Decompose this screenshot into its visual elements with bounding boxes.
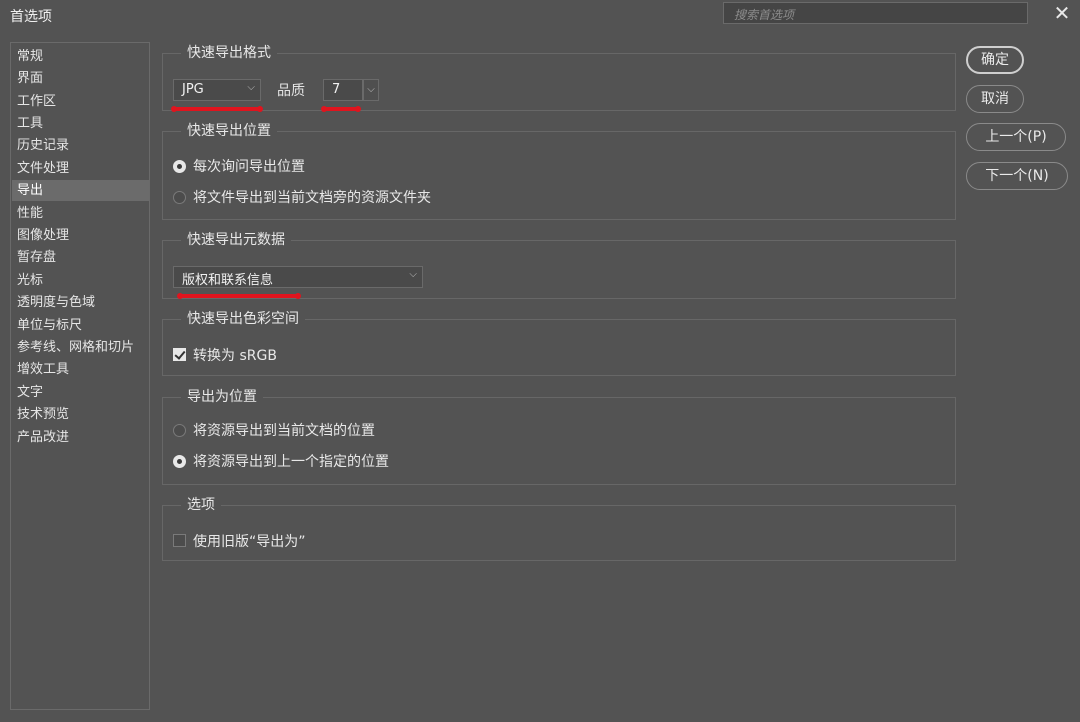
quality-select[interactable]: 7 — [323, 79, 363, 101]
group-quick-export-color: 快速导出色彩空间 转换为 sRGB — [162, 311, 956, 376]
group-quick-export-metadata: 快速导出元数据 版权和联系信息 ⌵ — [162, 232, 956, 299]
chevron-down-icon: ⌵ — [247, 82, 255, 93]
sidebar-item-scratch-disks[interactable]: 暂存盘 — [12, 247, 149, 268]
sidebar-item-export[interactable]: 导出 — [12, 180, 149, 201]
sidebar-item-units[interactable]: 单位与标尺 — [12, 315, 149, 336]
sidebar-item-interface[interactable]: 界面 — [12, 68, 149, 89]
group-title-metadata: 快速导出元数据 — [181, 232, 291, 248]
quality-select-value: 7 — [332, 82, 341, 97]
metadata-select-value: 版权和联系信息 — [182, 273, 274, 288]
group-quick-export-location: 快速导出位置 每次询问导出位置 将文件导出到当前文档旁的资源文件夹 — [162, 123, 956, 220]
annotation-underline-format — [171, 106, 263, 112]
sidebar-item-transparency[interactable]: 透明度与色域 — [12, 292, 149, 313]
group-title-location: 快速导出位置 — [181, 123, 277, 139]
convert-srgb-checkbox[interactable] — [173, 348, 186, 361]
radio-label: 每次询问导出位置 — [193, 159, 305, 175]
group-title-format: 快速导出格式 — [181, 45, 277, 61]
group-export-as-location: 导出为位置 将资源导出到当前文档的位置 将资源导出到上一个指定的位置 — [162, 389, 956, 485]
group-quick-export-format: 快速导出格式 JPG ⌵ 品质 7 ⌵ — [162, 45, 956, 112]
prev-button[interactable]: 上一个(P) — [966, 123, 1066, 151]
annotation-underline-metadata — [177, 293, 301, 299]
close-icon[interactable]: ✕ — [1052, 3, 1072, 23]
format-select[interactable]: JPG ⌵ — [173, 79, 261, 101]
quality-label: 品质 — [277, 83, 305, 99]
ok-button[interactable]: 确定 — [966, 46, 1024, 74]
sidebar: 常规 界面 工作区 工具 历史记录 文件处理 导出 性能 图像处理 暂存盘 光标… — [10, 42, 150, 710]
sidebar-item-tools[interactable]: 工具 — [12, 113, 149, 134]
radio-button[interactable] — [173, 160, 186, 173]
chevron-down-icon: ⌵ — [409, 269, 417, 280]
annotation-underline-quality — [321, 106, 361, 112]
radio-button[interactable] — [173, 455, 186, 468]
group-title-options: 选项 — [181, 497, 221, 513]
sidebar-item-cursors[interactable]: 光标 — [12, 270, 149, 291]
sidebar-item-workspace[interactable]: 工作区 — [12, 91, 149, 112]
sidebar-item-type[interactable]: 文字 — [12, 382, 149, 403]
format-select-value: JPG — [182, 82, 204, 97]
sidebar-item-general[interactable]: 常规 — [12, 46, 149, 67]
legacy-export-checkbox[interactable] — [173, 534, 186, 547]
sidebar-item-performance[interactable]: 性能 — [12, 203, 149, 224]
group-options: 选项 使用旧版“导出为” — [162, 497, 956, 561]
sidebar-item-file-handling[interactable]: 文件处理 — [12, 158, 149, 179]
metadata-select[interactable]: 版权和联系信息 ⌵ — [173, 266, 423, 288]
sidebar-item-history[interactable]: 历史记录 — [12, 135, 149, 156]
radio-button[interactable] — [173, 191, 186, 204]
cancel-button[interactable]: 取消 — [966, 85, 1024, 113]
search-input[interactable]: 搜索首选项 — [723, 2, 1028, 24]
legacy-export-label: 使用旧版“导出为” — [193, 534, 306, 550]
next-button[interactable]: 下一个(N) — [966, 162, 1068, 190]
radio-label: 将文件导出到当前文档旁的资源文件夹 — [193, 190, 431, 206]
radio-button[interactable] — [173, 424, 186, 437]
radio-label: 将资源导出到当前文档的位置 — [193, 423, 375, 439]
radio-label: 将资源导出到上一个指定的位置 — [193, 454, 389, 470]
window-title: 首选项 — [10, 9, 52, 25]
sidebar-item-product-improvement[interactable]: 产品改进 — [12, 427, 149, 448]
group-title-color: 快速导出色彩空间 — [181, 311, 305, 327]
sidebar-item-plugins[interactable]: 增效工具 — [12, 359, 149, 380]
sidebar-item-guides[interactable]: 参考线、网格和切片 — [12, 337, 149, 358]
sidebar-item-tech-preview[interactable]: 技术预览 — [12, 404, 149, 425]
title-bar: 首选项 搜索首选项 ✕ — [0, 0, 1080, 30]
chevron-down-icon[interactable]: ⌵ — [363, 79, 379, 101]
convert-srgb-label: 转换为 sRGB — [193, 348, 277, 364]
group-title-export-as: 导出为位置 — [181, 389, 263, 405]
sidebar-item-image-processing[interactable]: 图像处理 — [12, 225, 149, 246]
